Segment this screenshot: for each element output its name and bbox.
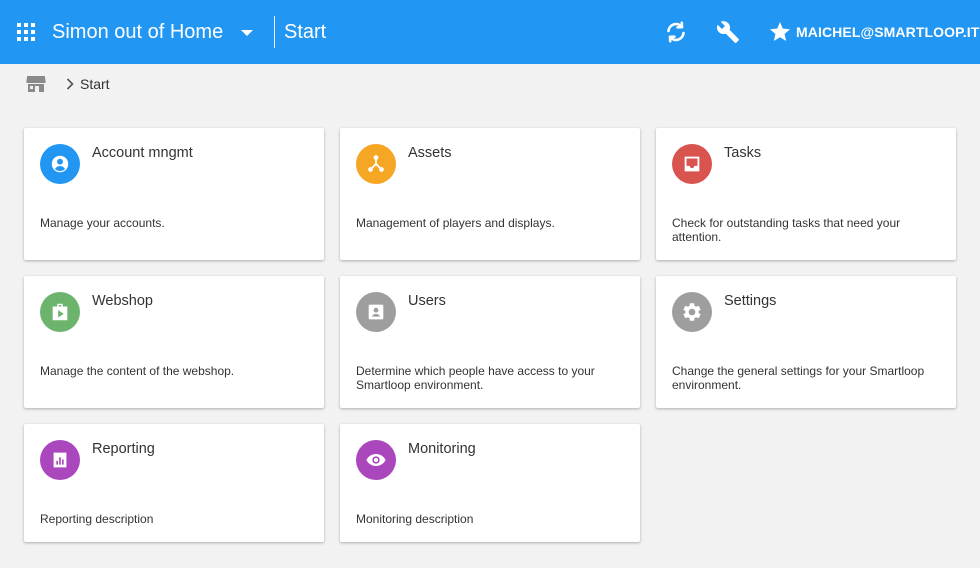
- card-title: Webshop: [92, 293, 153, 309]
- card-tasks[interactable]: Tasks Check for outstanding tasks that n…: [656, 128, 956, 260]
- shop-icon: [40, 292, 80, 332]
- card-users[interactable]: Users Determine which people have access…: [340, 276, 640, 408]
- star-icon: [768, 20, 792, 44]
- inbox-icon: [672, 144, 712, 184]
- card-description: Check for outstanding tasks that need yo…: [672, 216, 901, 244]
- card-description: Manage your accounts.: [40, 216, 165, 230]
- bar-chart-icon: [40, 440, 80, 480]
- card-description: Reporting description: [40, 512, 154, 526]
- card-title: Tasks: [724, 145, 762, 161]
- card-assets[interactable]: Assets Management of players and display…: [340, 128, 640, 260]
- user-email: MAICHEL@SMARTLOOP.IT: [796, 24, 980, 40]
- apps-icon[interactable]: [17, 23, 35, 41]
- card-title: Monitoring: [408, 441, 476, 457]
- arrow-drop-down-icon[interactable]: [238, 22, 256, 42]
- card-description: Monitoring description: [356, 512, 474, 526]
- card-description: Manage the content of the webshop.: [40, 364, 235, 378]
- card-account-mngmt[interactable]: Account mngmt Manage your accounts.: [24, 128, 324, 260]
- card-webshop[interactable]: Webshop Manage the content of the websho…: [24, 276, 324, 408]
- breadcrumb: Start: [24, 72, 110, 96]
- breadcrumb-current: Start: [80, 76, 110, 92]
- card-title: Reporting: [92, 441, 155, 457]
- user-menu-button[interactable]: MAICHEL@SMARTLOOP.IT: [768, 20, 979, 44]
- header-divider: [274, 16, 275, 48]
- top-app-bar: Simon out of Home Start MAICHEL@SMARTLOO…: [0, 0, 980, 64]
- card-reporting[interactable]: Reporting Reporting description: [24, 424, 324, 542]
- account-circle-icon: [40, 144, 80, 184]
- organization-selector[interactable]: Simon out of Home: [52, 20, 223, 44]
- eye-icon: [356, 440, 396, 480]
- card-monitoring[interactable]: Monitoring Monitoring description: [340, 424, 640, 542]
- card-title: Settings: [724, 293, 777, 309]
- card-description: Determine which people have access to yo…: [356, 364, 595, 392]
- hub-icon: [356, 144, 396, 184]
- gear-icon: [672, 292, 712, 332]
- card-settings[interactable]: Settings Change the general settings for…: [656, 276, 956, 408]
- card-title: Assets: [408, 145, 452, 161]
- contact-card-icon: [356, 292, 396, 332]
- page-title: Start: [284, 21, 327, 43]
- card-description: Management of players and displays.: [356, 216, 555, 230]
- card-title: Account mngmt: [92, 145, 193, 161]
- chevron-right-icon: [62, 76, 78, 92]
- card-title: Users: [408, 293, 446, 309]
- store-icon[interactable]: [24, 72, 48, 96]
- wrench-icon[interactable]: [716, 20, 740, 44]
- sync-icon[interactable]: [664, 20, 688, 44]
- card-description: Change the general settings for your Sma…: [672, 364, 925, 392]
